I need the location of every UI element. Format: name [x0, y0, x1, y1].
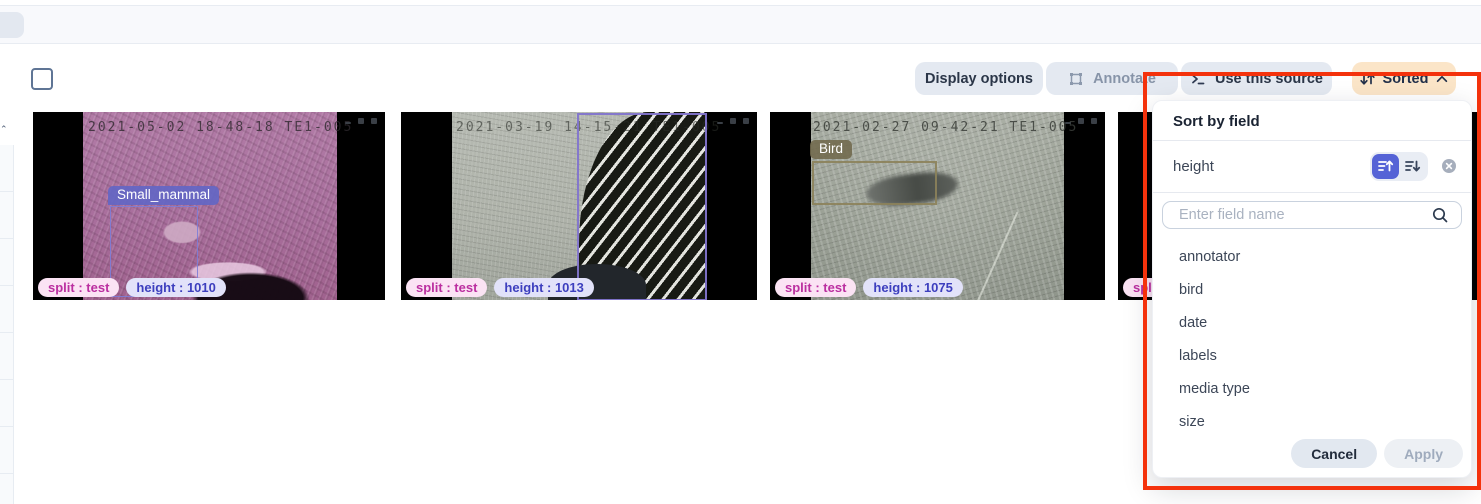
top-bar-pill-button[interactable]: [0, 12, 24, 38]
osd-marks: [717, 118, 749, 124]
field-option-labels[interactable]: labels: [1153, 340, 1471, 373]
active-sort-field-name: height: [1173, 158, 1370, 175]
sort-direction-toggle: [1370, 152, 1428, 181]
left-list-edge: [0, 145, 14, 504]
field-search-box: [1162, 201, 1462, 229]
use-this-source-button[interactable]: Use this source: [1181, 62, 1332, 95]
dataset-browser-page: ⌃ Display options Annotate Use this sour…: [0, 0, 1481, 504]
cancel-button[interactable]: Cancel: [1291, 439, 1377, 468]
badge-row: split : test height : 1075: [775, 278, 963, 297]
remove-sort-field-button[interactable]: [1441, 158, 1457, 174]
badge-row: split : test height : 1013: [406, 278, 594, 297]
detection-bbox: [812, 161, 937, 205]
sorted-button[interactable]: Sorted: [1352, 62, 1456, 95]
circle-x-icon: [1441, 158, 1457, 174]
panel-title: Sort by field: [1153, 101, 1471, 140]
apply-button[interactable]: Apply: [1384, 439, 1463, 468]
field-option-size[interactable]: size: [1153, 406, 1471, 439]
split-badge: split : test: [38, 278, 119, 297]
use-this-source-label: Use this source: [1215, 71, 1323, 87]
detection-bbox: [577, 113, 707, 300]
height-badge: height : 1010: [126, 278, 225, 297]
top-bar: [0, 5, 1481, 44]
sort-by-field-panel: Sort by field height: [1152, 100, 1472, 478]
detection-label: Small_mammal: [108, 186, 219, 205]
sort-descending-button[interactable]: [1399, 154, 1426, 179]
field-option-media-type[interactable]: media type: [1153, 373, 1471, 406]
display-options-label: Display options: [925, 71, 1033, 87]
select-all-checkbox[interactable]: [31, 68, 53, 90]
detection-label: Bird: [810, 140, 852, 159]
twig-detail: [968, 212, 1019, 300]
osd-marks: [1065, 118, 1097, 124]
height-badge: height : 1075: [863, 278, 962, 297]
panel-footer: Cancel Apply: [1153, 439, 1471, 477]
lines-arrow-down-icon: [1404, 158, 1421, 174]
annotate-button[interactable]: Annotate: [1046, 62, 1178, 95]
arrows-down-up-icon: [1359, 71, 1376, 87]
annotate-label: Annotate: [1093, 71, 1156, 87]
collapse-chevron-icon[interactable]: ⌃: [0, 124, 10, 134]
split-badge: split : test: [406, 278, 487, 297]
display-options-button[interactable]: Display options: [915, 62, 1043, 95]
field-option-bird[interactable]: bird: [1153, 274, 1471, 307]
search-icon: [1431, 206, 1449, 224]
sort-ascending-button[interactable]: [1372, 154, 1399, 179]
field-option-list: annotator bird date labels media type si…: [1153, 229, 1471, 439]
field-option-annotator[interactable]: annotator: [1153, 241, 1471, 274]
marquee-selection-icon: [1068, 71, 1084, 87]
sample-thumbnail-2[interactable]: 2021-03-19 14-15-21 TE1-005 split : test…: [401, 112, 757, 300]
timestamp-overlay: 2021-02-27 09-42-21 TE1-005: [813, 120, 1078, 135]
lines-arrow-up-icon: [1377, 158, 1394, 174]
divider: [1153, 192, 1471, 193]
timestamp-overlay: 2021-05-02 18-48-18 TE1-005: [88, 120, 353, 135]
split-badge: split : test: [775, 278, 856, 297]
badge-row: split : test height : 1010: [38, 278, 226, 297]
height-badge: height : 1013: [494, 278, 593, 297]
sample-thumbnail-3[interactable]: 2021-02-27 09-42-21 TE1-005 Bird split :…: [770, 112, 1105, 300]
sorted-label: Sorted: [1383, 71, 1429, 87]
active-sort-field-row: height: [1153, 141, 1471, 192]
field-option-date[interactable]: date: [1153, 307, 1471, 340]
sample-thumbnail-1[interactable]: 2021-05-02 18-48-18 TE1-005 Small_mammal…: [33, 112, 385, 300]
osd-marks: [345, 118, 377, 124]
field-search-input[interactable]: [1179, 207, 1431, 223]
chevron-up-icon: [1435, 72, 1449, 86]
terminal-prompt-icon: [1190, 71, 1206, 87]
